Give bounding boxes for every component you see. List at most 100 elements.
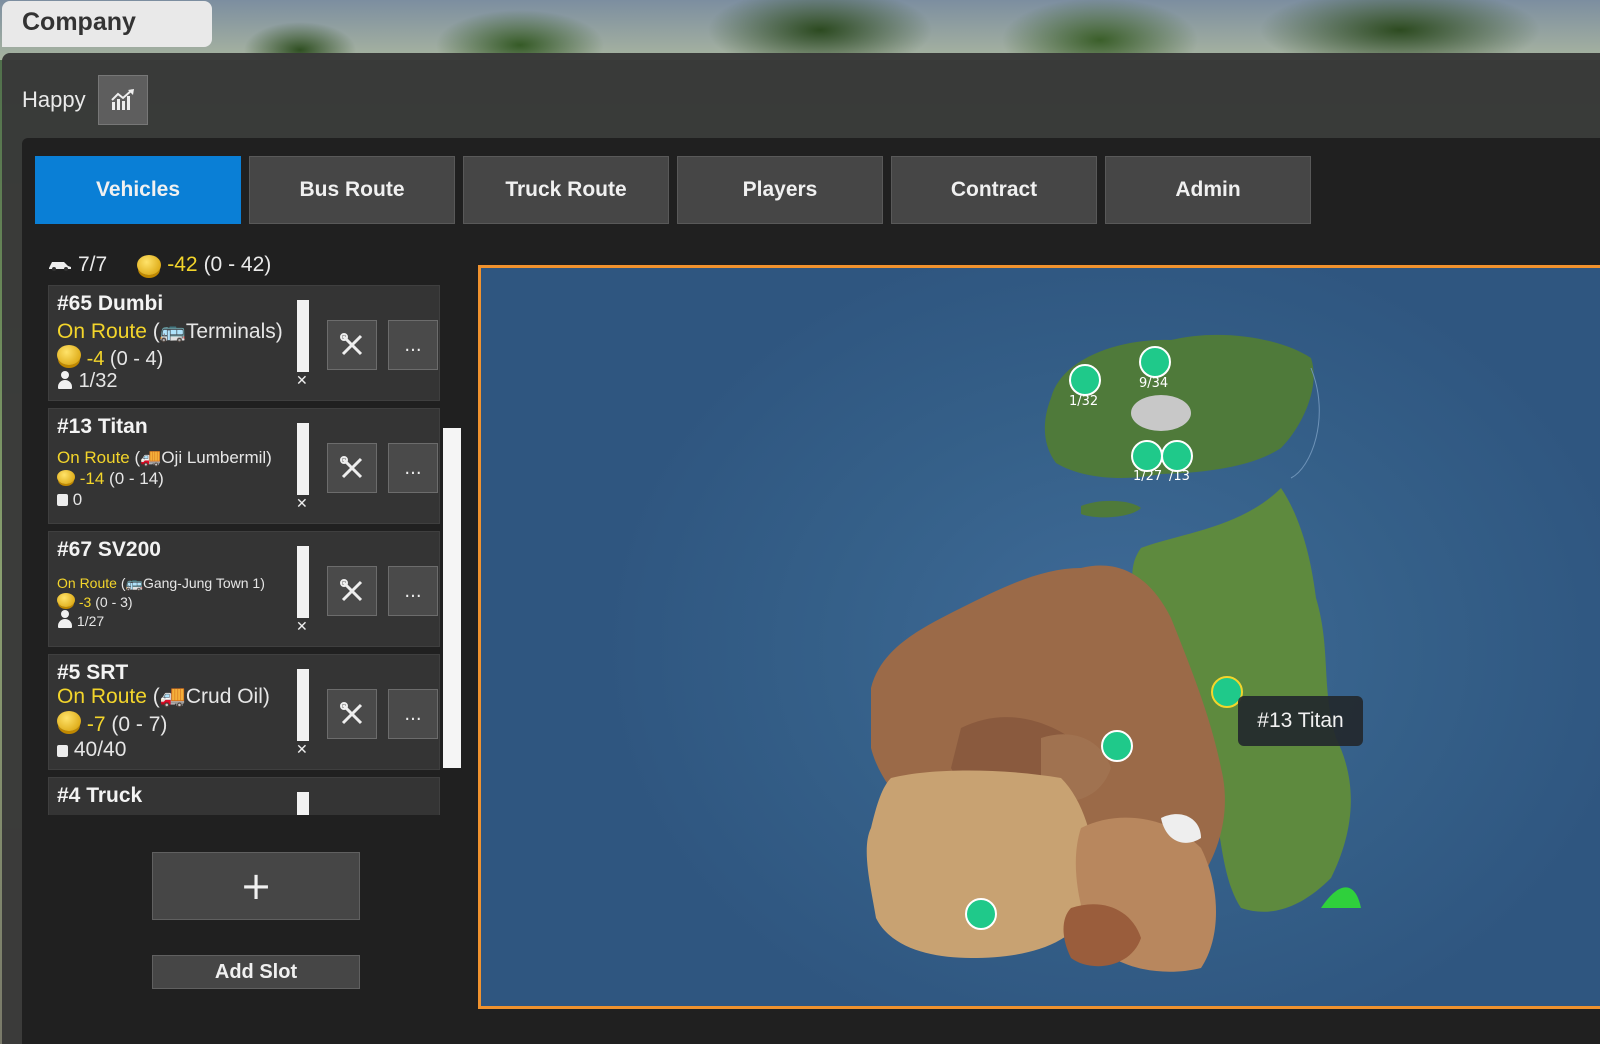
vehicle-money: -7 — [86, 713, 106, 736]
vehicle-money-row: -4 (0 - 4) — [57, 345, 163, 371]
vehicle-card[interactable]: #5 SRT On Route (🚚Crud Oil) -7 (0 - 7) 4… — [48, 654, 440, 770]
person-icon — [57, 610, 73, 628]
vehicle-money-range: (0 - 14) — [109, 469, 164, 488]
vehicle-cargo-row: 0 — [57, 490, 82, 510]
condition-gauge — [297, 423, 309, 495]
more-button[interactable]: ... — [388, 320, 438, 370]
box-icon — [57, 745, 68, 757]
truck-marker[interactable] — [1101, 730, 1133, 762]
vehicle-name: #13 Titan — [57, 415, 148, 438]
wrench-icon: ✕ — [296, 619, 308, 635]
box-icon — [57, 494, 68, 506]
repair-button[interactable] — [327, 566, 377, 616]
vehicle-cargo: 0 — [72, 490, 83, 509]
tab-players[interactable]: Players — [677, 156, 883, 224]
bus-marker[interactable] — [1139, 346, 1171, 378]
vehicle-destination: Crud Oil) — [185, 685, 270, 708]
repair-button[interactable] — [327, 689, 377, 739]
more-button[interactable]: ... — [388, 566, 438, 616]
more-button[interactable]: ... — [388, 443, 438, 493]
route-paren: ( — [146, 320, 160, 343]
bus-marker[interactable] — [1069, 364, 1101, 396]
add-slot-button[interactable]: Add Slot — [152, 955, 360, 989]
add-vehicle-button[interactable]: + — [152, 852, 360, 920]
marker-label: 9/34 — [1139, 376, 1169, 391]
tools-icon — [340, 702, 363, 725]
marker-label: /13 — [1169, 469, 1190, 484]
coin-icon — [57, 345, 81, 365]
vehicle-route: On Route (🚌Gang-Jung Town 1) — [57, 575, 265, 592]
condition-gauge — [297, 669, 309, 741]
vehicle-cargo-row: 1/32 — [57, 370, 118, 393]
mood-row: Happy — [22, 75, 148, 125]
vehicle-cargo-row: 40/40 — [57, 738, 126, 762]
list-scrollbar[interactable] — [443, 428, 461, 768]
repair-button[interactable] — [327, 320, 377, 370]
vehicle-money-row: -7 (0 - 7) — [57, 711, 167, 737]
coin-icon — [57, 711, 81, 731]
vehicle-money-range: (0 - 4) — [109, 348, 164, 370]
mood-label: Happy — [22, 87, 86, 112]
vehicle-cargo: 1/32 — [78, 370, 118, 392]
vehicle-card[interactable]: #67 SV200 On Route (🚌Gang-Jung Town 1) -… — [48, 531, 440, 647]
summary-money-range: (0 - 42) — [203, 253, 272, 276]
chart-trend-icon — [110, 89, 134, 110]
window-title: Company — [2, 1, 212, 47]
tab-bus-route[interactable]: Bus Route — [249, 156, 455, 224]
background-scenery — [0, 0, 1600, 60]
vehicle-card[interactable]: #4 Truck — [48, 777, 440, 815]
tab-bar: Vehicles Bus Route Truck Route Players C… — [35, 156, 1311, 224]
wrench-icon: ✕ — [296, 496, 308, 512]
vehicle-cargo: 1/27 — [76, 613, 105, 629]
vehicle-name: #5 SRT — [57, 661, 129, 684]
tab-contract[interactable]: Contract — [891, 156, 1097, 224]
vehicle-money: -4 — [86, 348, 105, 370]
vehicle-name: #65 Dumbi — [57, 292, 164, 315]
tools-icon — [340, 333, 363, 356]
vehicle-name: #67 SV200 — [57, 538, 161, 561]
wrench-icon: ✕ — [296, 742, 308, 758]
vehicle-money-row: -14 (0 - 14) — [57, 469, 164, 489]
coin-icon — [137, 255, 162, 275]
tab-vehicles[interactable]: Vehicles — [35, 156, 241, 224]
coin-icon — [57, 470, 75, 484]
condition-gauge — [297, 300, 309, 372]
vehicle-list[interactable]: #65 Dumbi On Route (🚌Terminals) -4 (0 - … — [48, 285, 442, 815]
map-tooltip: #13 Titan — [1238, 696, 1363, 746]
route-paren: ( — [146, 685, 160, 708]
route-paren: ( — [129, 448, 141, 467]
world-map[interactable]: 1/32 9/34 1/27 /13 — [478, 265, 1600, 1009]
wrench-icon: ✕ — [296, 373, 308, 389]
vehicle-money-range: (0 - 3) — [95, 594, 133, 610]
coin-icon — [57, 593, 75, 607]
vehicle-status: On Route — [57, 575, 117, 591]
route-paren: ( — [116, 575, 126, 591]
lake — [1131, 395, 1191, 431]
person-icon — [57, 371, 73, 389]
vehicle-count: 7/7 — [78, 253, 108, 276]
marker-label: 1/32 — [1069, 394, 1099, 409]
stats-button[interactable] — [97, 75, 148, 125]
tab-admin[interactable]: Admin — [1105, 156, 1311, 224]
vehicle-card[interactable]: #65 Dumbi On Route (🚌Terminals) -4 (0 - … — [48, 285, 440, 401]
condition-gauge — [297, 546, 309, 618]
vehicle-status: On Route — [57, 448, 130, 467]
vehicle-cargo-row: 1/27 — [57, 610, 104, 629]
truck-marker[interactable] — [965, 898, 997, 930]
map-canvas — [866, 334, 1361, 972]
more-button[interactable]: ... — [388, 689, 438, 739]
vehicle-destination: Oji Lumbermil) — [161, 448, 272, 467]
vehicle-money: -14 — [79, 469, 105, 488]
small-isle — [1081, 500, 1141, 518]
bus-marker[interactable] — [1161, 440, 1193, 472]
truck-icon: 🚚 — [140, 448, 162, 467]
vehicle-destination: Terminals) — [185, 320, 283, 343]
tools-icon — [340, 456, 363, 479]
repair-button[interactable] — [327, 443, 377, 493]
vehicle-summary: 7/7 -42 (0 - 42) — [48, 250, 271, 280]
bus-marker[interactable] — [1131, 440, 1163, 472]
marker-label: 1/27 — [1133, 469, 1163, 484]
vehicle-card[interactable]: #13 Titan On Route (🚚Oji Lumbermil) -14 … — [48, 408, 440, 524]
truck-icon: 🚚 — [159, 685, 186, 708]
tab-truck-route[interactable]: Truck Route — [463, 156, 669, 224]
